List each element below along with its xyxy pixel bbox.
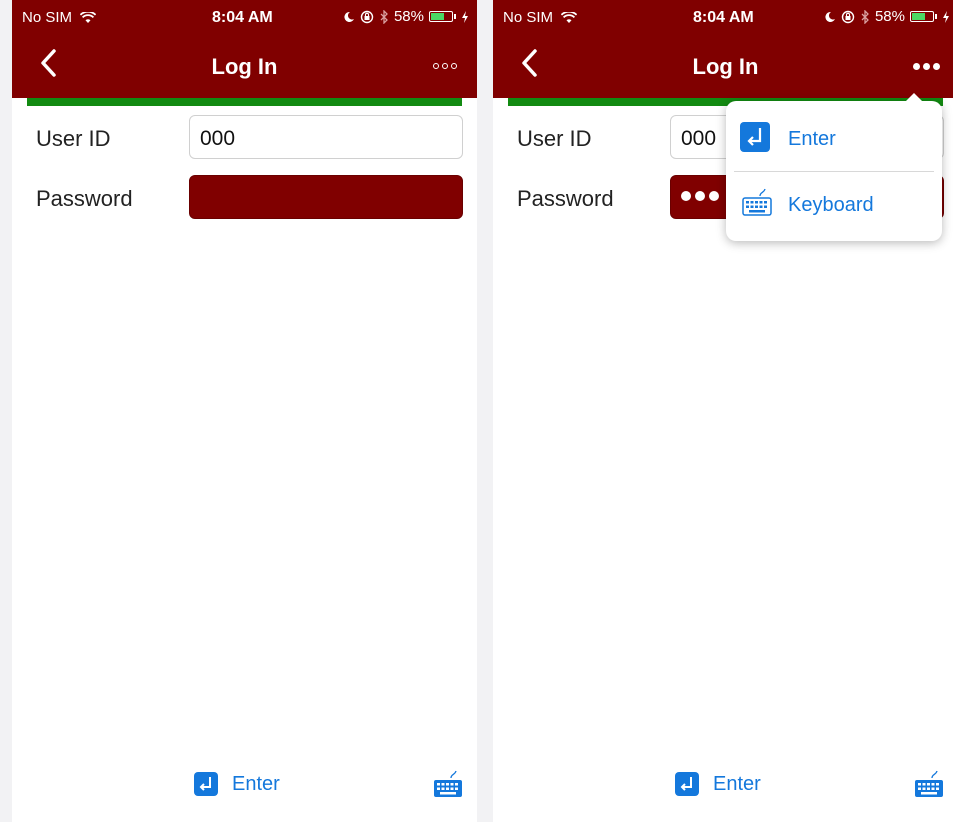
status-carrier: No SIM [22,9,97,26]
nav-bar: Log In [12,34,477,98]
status-bar: No SIM 8:04 AM 58% [12,0,477,34]
menu-divider [734,171,934,172]
menu-item-keyboard[interactable]: Keyboard [726,173,942,237]
wifi-icon [561,12,578,24]
password-label: Password [517,186,614,211]
moon-icon [825,11,835,22]
user-id-value: 000 [200,127,236,150]
charging-bolt-icon [462,10,468,23]
rotation-lock-icon [841,10,855,23]
menu-item-enter[interactable]: Enter [726,107,942,171]
more-dot-icon [922,62,930,70]
more-dot-icon [433,63,439,69]
bluetooth-icon [380,9,388,24]
status-time: 8:04 AM [693,9,754,26]
keyboard-icon [740,186,774,225]
battery-icon [910,11,934,22]
status-bar: No SIM 8:04 AM 58% [493,0,953,34]
keyboard-button[interactable] [912,768,946,802]
nav-bar: Log In [493,34,953,98]
more-dot-icon [442,63,448,69]
more-dot-icon [451,63,457,69]
enter-label: Enter [713,772,761,795]
bottom-toolbar: Enter [493,754,953,822]
progress-strip [27,98,462,106]
user-id-value: 000 [681,127,717,150]
carrier-label: No SIM [22,9,73,26]
enter-icon [675,772,699,796]
status-carrier: No SIM [503,9,578,26]
more-dot-icon [932,62,940,70]
more-options-button[interactable] [906,54,946,78]
user-id-field[interactable]: 000 [189,115,463,159]
bottom-toolbar: Enter [12,754,477,822]
enter-icon [194,772,218,796]
menu-item-label: Enter [788,127,836,150]
battery-tip [454,14,456,19]
password-mask [681,191,719,201]
login-screen-default: No SIM 8:04 AM 58% Log In User ID 000 Pa… [12,0,477,822]
keyboard-icon [915,770,943,797]
bluetooth-icon [861,9,869,24]
page-title: Log In [211,54,278,79]
enter-label: Enter [232,772,280,795]
carrier-label: No SIM [503,9,554,26]
battery-percent: 58% [393,8,424,25]
battery-percent: 58% [874,8,905,25]
status-right-group: 58% [343,8,469,25]
more-options-menu: Enter Keyboard [726,93,942,241]
keyboard-button[interactable] [431,768,465,802]
moon-icon [344,11,354,22]
wifi-icon [80,12,97,24]
user-id-label: User ID [517,126,592,151]
password-field[interactable] [189,175,463,219]
password-label: Password [36,186,133,211]
status-right-group: 58% [824,8,950,25]
page-title: Log In [692,54,759,79]
rotation-lock-icon [360,10,374,23]
keyboard-icon [434,770,462,797]
more-dot-icon [912,62,920,70]
user-id-label: User ID [36,126,111,151]
charging-bolt-icon [943,10,949,23]
battery-tip [935,14,937,19]
enter-button[interactable]: Enter [194,772,280,796]
battery-icon [429,11,453,22]
enter-button[interactable]: Enter [675,772,761,796]
status-time: 8:04 AM [212,9,273,26]
enter-icon [740,121,770,157]
menu-item-label: Keyboard [788,193,874,216]
more-options-button[interactable] [425,54,465,78]
login-screen-menu-open: No SIM 8:04 AM 58% Log In User ID 000 Pa… [493,0,953,822]
